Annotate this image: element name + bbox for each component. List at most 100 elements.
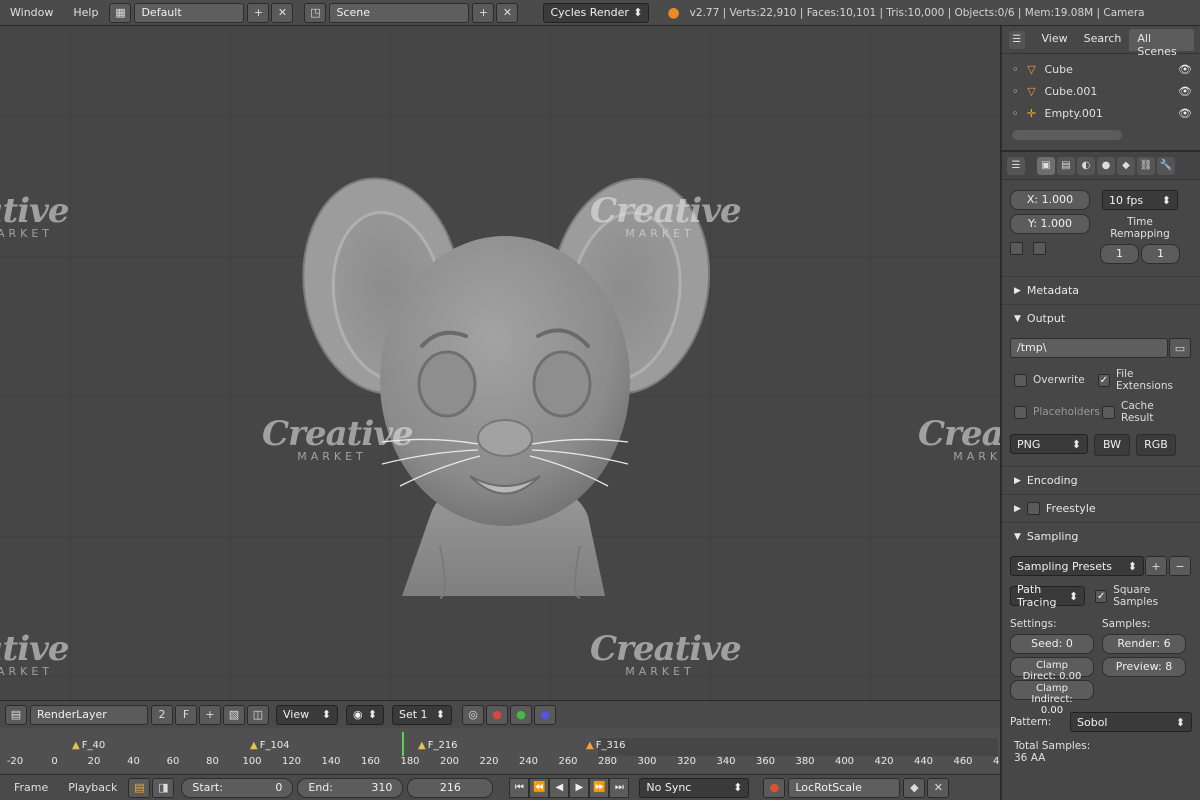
delete-keyframe-icon[interactable]: ✕ — [927, 777, 950, 798]
eye-icon[interactable]: 👁 — [1178, 85, 1192, 98]
remove-preset-icon[interactable]: − — [1169, 556, 1191, 576]
pattern-dropdown[interactable]: Sobol ⬍ — [1070, 712, 1192, 732]
3d-viewport[interactable]: ativeARKET CreativeMARKET CreativeMARKET… — [0, 26, 1000, 700]
constraints-tab-icon[interactable]: ⛓ — [1137, 156, 1155, 175]
current-frame-indicator[interactable] — [402, 732, 404, 756]
slot-dropdown[interactable]: Set 1 ⬍ — [392, 704, 452, 725]
remap-new-field[interactable]: 1 — [1141, 244, 1180, 264]
modifiers-tab-icon[interactable]: 🔧 — [1157, 156, 1175, 175]
start-frame-field[interactable]: Start: 0 — [181, 777, 294, 798]
cache-result-checkbox[interactable] — [1102, 405, 1116, 419]
file-format-dropdown[interactable]: PNG ⬍ — [1010, 434, 1088, 454]
section-sampling[interactable]: ▼ Sampling — [1002, 522, 1200, 550]
menu-playback[interactable]: Playback — [58, 781, 127, 794]
tab-all-scenes[interactable]: All Scenes — [1129, 28, 1194, 58]
add-layer-icon[interactable]: + — [199, 704, 221, 725]
remove-scene-icon[interactable]: ✕ — [496, 2, 519, 23]
layer-count-icon[interactable]: 2 — [151, 704, 173, 725]
object-tab-icon[interactable]: ◆ — [1117, 156, 1135, 175]
remap-old-field[interactable]: 1 — [1100, 244, 1139, 264]
play-icon[interactable]: ▶ — [569, 777, 590, 798]
record-icon[interactable]: ● — [763, 777, 786, 798]
outliner-item-cube[interactable]: ◦ ▽ Cube 👁 — [1002, 58, 1200, 80]
freestyle-checkbox[interactable] — [1026, 502, 1040, 515]
render-tab-icon[interactable]: ▣ — [1037, 156, 1055, 175]
outliner-item-empty-001[interactable]: ◦ ✛ Empty.001 👁 — [1002, 102, 1200, 124]
seed-field[interactable]: Seed: 0 — [1010, 634, 1094, 654]
clamp-direct-field[interactable]: Clamp Direct: 0.00 — [1010, 657, 1094, 682]
crop-checkbox[interactable] — [1033, 242, 1046, 255]
keying-set-field[interactable]: LocRotScale — [788, 777, 901, 798]
layers-tab-icon[interactable]: ▤ — [1057, 156, 1075, 175]
border-checkbox[interactable] — [1010, 242, 1023, 255]
tab-search[interactable]: Search — [1076, 29, 1130, 51]
outliner-item-cube-001[interactable]: ◦ ▽ Cube.001 👁 — [1002, 80, 1200, 102]
green-channel-icon[interactable]: ● — [510, 704, 532, 725]
timeline-marker[interactable]: ▲ F_216 — [418, 740, 458, 751]
red-channel-icon[interactable]: ● — [486, 704, 508, 725]
scene-tab-icon[interactable]: ◐ — [1077, 156, 1095, 175]
layout-icon[interactable]: ▦ — [109, 2, 132, 23]
next-key-icon[interactable]: ⏩ — [589, 777, 610, 798]
square-samples-checkbox[interactable]: ✓ — [1095, 589, 1108, 603]
outliner-icon[interactable]: ☰ — [1009, 30, 1025, 49]
placeholders-checkbox[interactable] — [1014, 405, 1027, 419]
aspect-x-field[interactable]: X: 1.000 — [1010, 190, 1090, 210]
add-layout-icon[interactable]: + — [247, 2, 270, 23]
color-rgb-button[interactable]: RGB — [1136, 434, 1176, 456]
menu-help[interactable]: Help — [63, 6, 108, 19]
eye-icon[interactable]: 👁 — [1178, 63, 1192, 76]
expand-icon[interactable]: ◦ — [1012, 85, 1019, 98]
menu-window[interactable]: Window — [0, 6, 63, 19]
end-frame-field[interactable]: End: 310 — [297, 777, 404, 798]
timeline-marker[interactable]: ▲ F_40 — [72, 740, 105, 751]
section-freestyle[interactable]: ▶ Freestyle — [1002, 494, 1200, 522]
fake-user-icon[interactable]: F — [175, 704, 197, 725]
display-mode-dropdown[interactable]: ◉ ⬍ — [346, 704, 384, 725]
color-bw-button[interactable]: BW — [1094, 434, 1130, 456]
add-scene-icon[interactable]: + — [472, 2, 495, 23]
current-frame-field[interactable]: 216 — [407, 777, 494, 798]
add-preset-icon[interactable]: + — [1145, 556, 1167, 576]
eye-icon[interactable]: 👁 — [1178, 107, 1192, 120]
overwrite-checkbox[interactable] — [1014, 373, 1027, 387]
render-layer-field[interactable]: RenderLayer — [30, 704, 148, 725]
remove-layout-icon[interactable]: ✕ — [271, 2, 294, 23]
clamp-indirect-field[interactable]: Clamp Indirect: 0.00 — [1010, 680, 1094, 716]
integrator-dropdown[interactable]: Path Tracing ⬍ — [1010, 583, 1086, 609]
view-dropdown[interactable]: View ⬍ — [276, 704, 338, 725]
blue-channel-icon[interactable]: ● — [534, 704, 556, 725]
expand-icon[interactable]: ◦ — [1012, 107, 1019, 120]
timeline-body[interactable]: ▲ F_40 ▲ F_104 ▲ F_216 ▲ F_316 -20 0 20 40 60 80 1… — [0, 728, 1000, 774]
world-tab-icon[interactable]: ● — [1097, 156, 1115, 175]
screen-layout-field[interactable]: Default — [134, 2, 245, 23]
section-output[interactable]: ▼ Output — [1002, 304, 1200, 332]
folder-icon[interactable]: ▭ — [1169, 338, 1191, 358]
prev-key-icon[interactable]: ⏪ — [529, 777, 550, 798]
file-extensions-checkbox[interactable]: ✓ — [1097, 373, 1110, 387]
section-encoding[interactable]: ▶ Encoding — [1002, 466, 1200, 494]
expand-icon[interactable]: ◦ — [1012, 63, 1019, 76]
tab-view[interactable]: View — [1034, 29, 1076, 51]
jump-end-icon[interactable]: ⏭ — [609, 777, 630, 798]
jump-start-icon[interactable]: ⏮ — [509, 777, 530, 798]
frame-rate-dropdown[interactable]: 10 fps ⬍ — [1102, 190, 1178, 210]
output-path-field[interactable]: /tmp\ — [1010, 338, 1168, 358]
scene-icon[interactable]: ◳ — [304, 2, 327, 23]
scene-field[interactable]: Scene — [329, 2, 470, 23]
color-channels-icon[interactable]: ◎ — [462, 704, 484, 725]
timeline-marker[interactable]: ▲ F_316 — [586, 740, 626, 751]
section-metadata[interactable]: ▶ Metadata — [1002, 276, 1200, 304]
preview-range-icon[interactable]: ▤ — [128, 777, 151, 798]
timeline-marker[interactable]: ▲ F_104 — [250, 740, 290, 751]
insert-keyframe-icon[interactable]: ◆ — [903, 777, 926, 798]
image-icon[interactable]: ▧ — [223, 704, 245, 725]
properties-editor-icon[interactable]: ☰ — [1007, 156, 1025, 175]
editor-type-icon[interactable]: ▤ — [5, 704, 27, 725]
outliner-scrollbar[interactable] — [1012, 130, 1122, 140]
play-reverse-icon[interactable]: ◀ — [549, 777, 570, 798]
render-engine-dropdown[interactable]: Cycles Render ⬍ — [543, 2, 650, 23]
render-result-icon[interactable]: ◫ — [247, 704, 269, 725]
sync-dropdown[interactable]: No Sync ⬍ — [639, 777, 750, 798]
menu-frame[interactable]: Frame — [4, 781, 58, 794]
